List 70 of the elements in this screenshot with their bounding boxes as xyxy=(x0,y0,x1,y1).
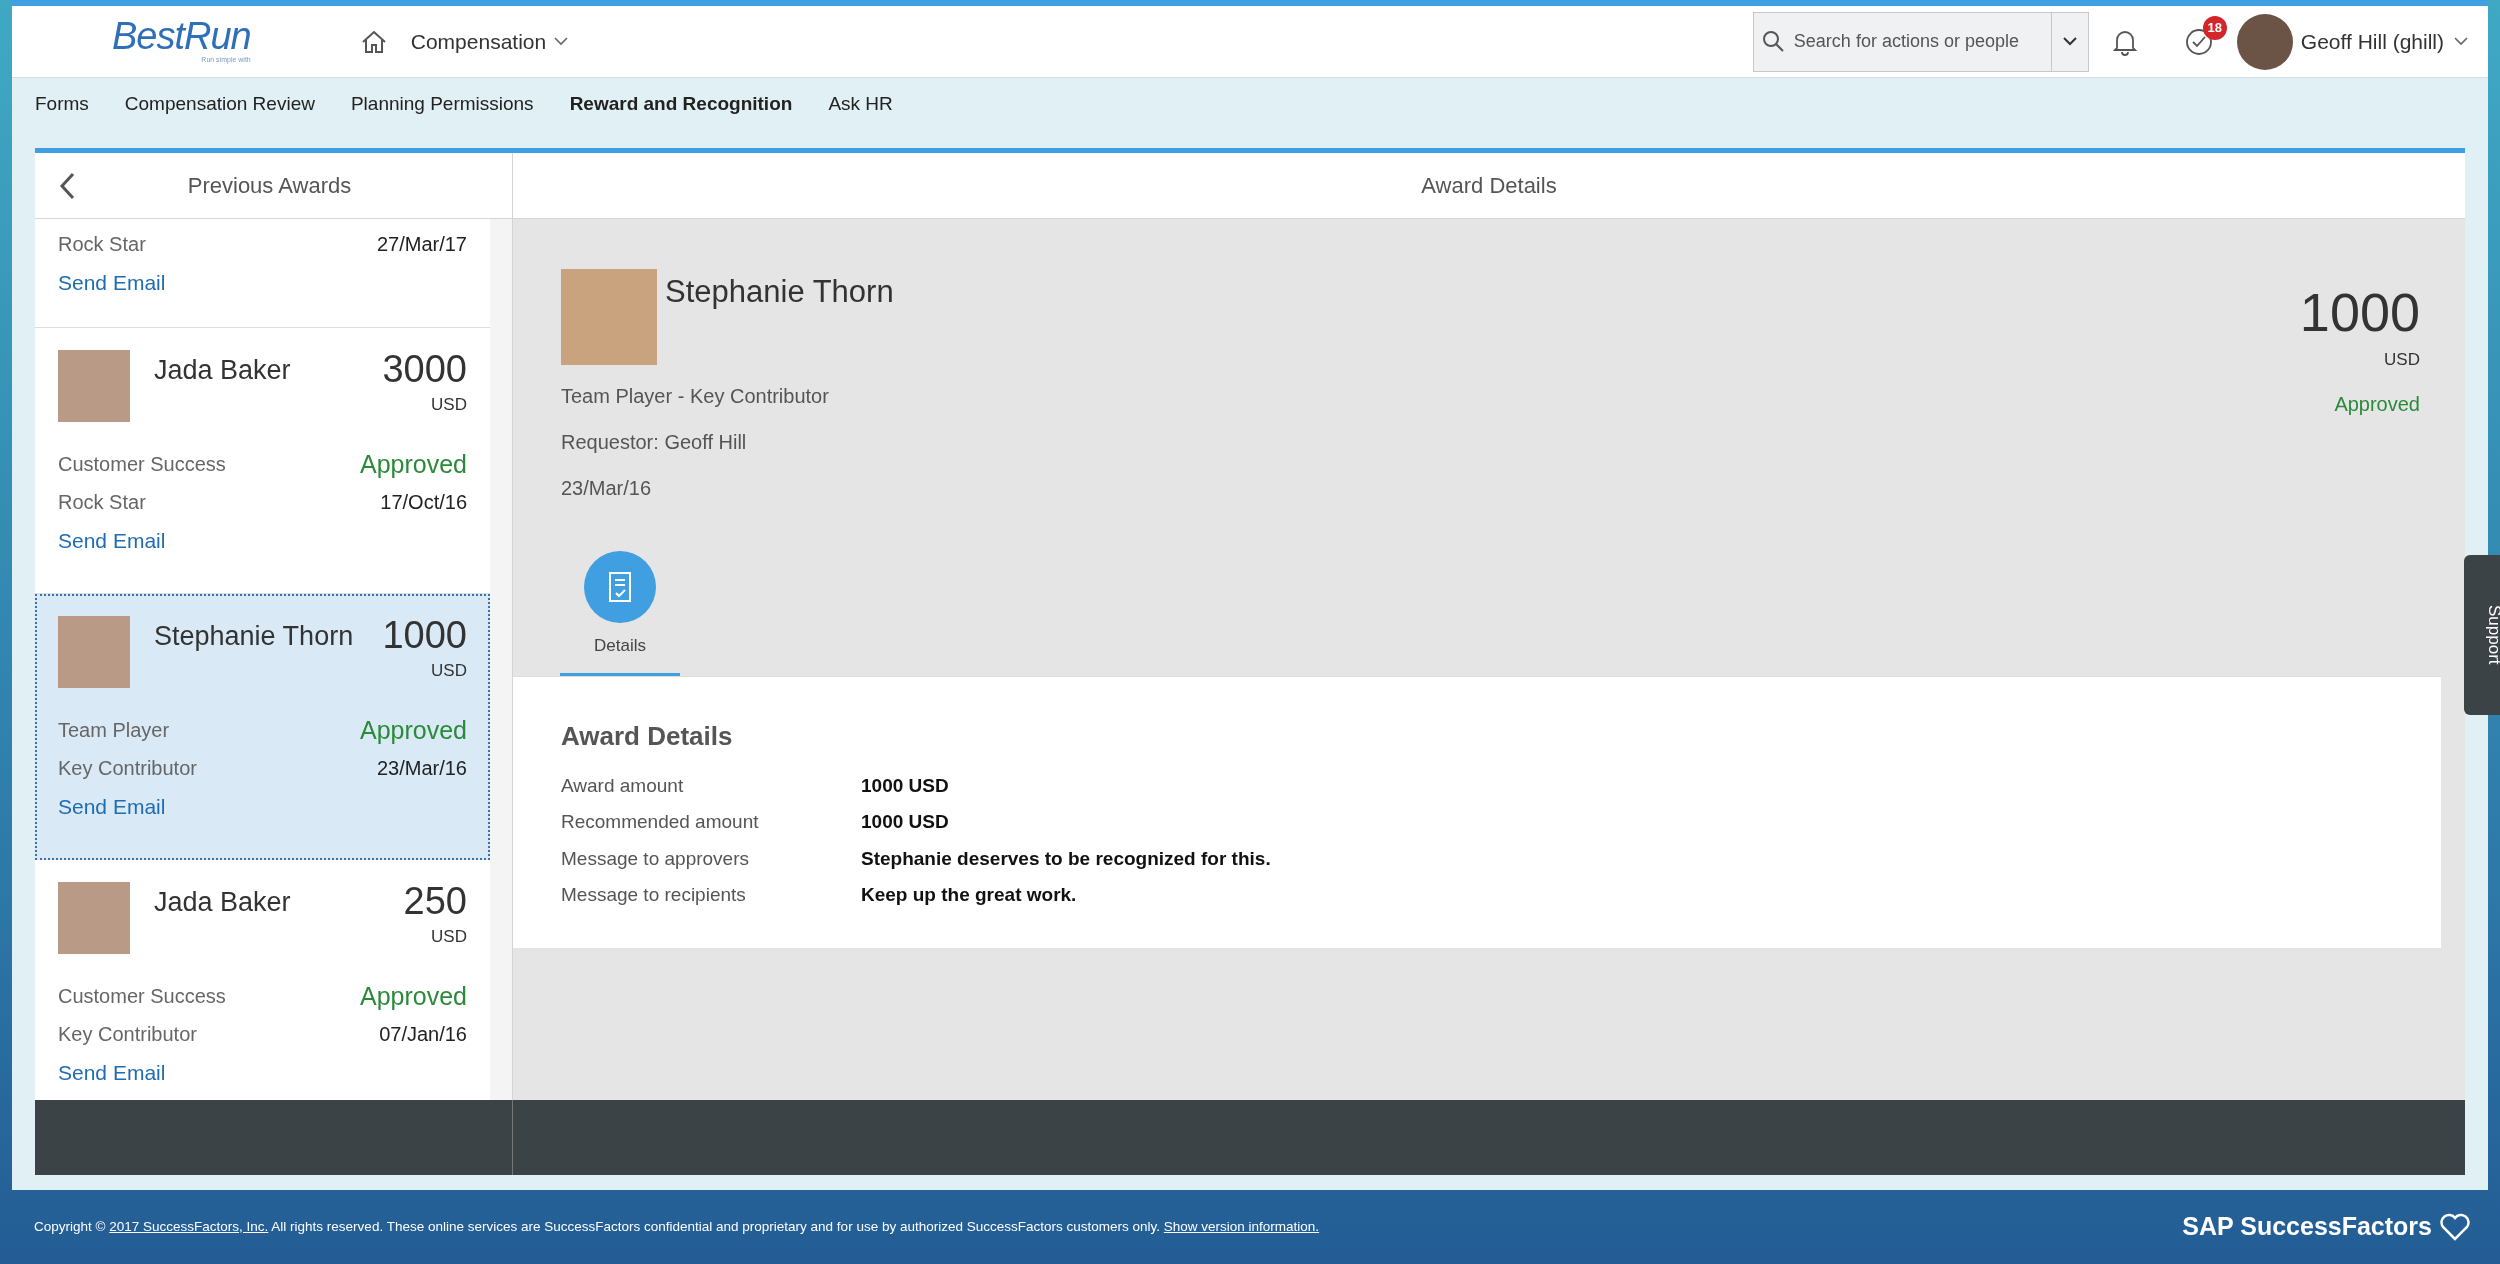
currency: USD xyxy=(431,659,467,682)
heart-icon xyxy=(2440,1213,2470,1241)
currency: USD xyxy=(2384,349,2420,371)
brand-name: SAP SuccessFactors xyxy=(2182,1211,2432,1243)
award-status: Approved xyxy=(359,980,467,1012)
award-card[interactable]: Stephanie Thorn 1000 USD Team Player Approved Key Contributor 23/Mar/16 Send Email xyxy=(35,593,490,860)
detail-line: Team Player - Key Contributor xyxy=(561,384,830,409)
support-tab[interactable]: Support xyxy=(2464,555,2500,715)
module-menu[interactable]: Compensation xyxy=(410,25,569,58)
nav-tab[interactable]: Ask HR xyxy=(815,89,906,119)
field-value: Keep up the great work. xyxy=(861,883,1077,907)
nav-tab[interactable]: Forms xyxy=(22,89,102,119)
send-email-link[interactable]: Send Email xyxy=(58,791,166,823)
employee-name: Stephanie Thorn xyxy=(665,273,894,311)
panel-title: Previous Awards xyxy=(186,172,353,200)
caret-icon xyxy=(2454,37,2468,46)
send-email-link[interactable]: Send Email xyxy=(58,267,166,299)
award-category: Team Player xyxy=(58,718,170,744)
panel-title: Award Details xyxy=(1421,172,1557,200)
copyright-text: Copyright © 2017 SuccessFactors, Inc. All rights reserved. These online services are SuccessFactors confidential and proprietary and for use by authorized SuccessFactors customers only. Show version information. xyxy=(34,1217,1320,1236)
award-status: Approved xyxy=(2334,391,2420,417)
award-amount: 1000 xyxy=(382,615,467,654)
award-status: Approved xyxy=(359,714,467,746)
award-category: Customer Success xyxy=(58,452,226,478)
award-date: 17/Oct/16 xyxy=(380,490,467,515)
send-email-link[interactable]: Send Email xyxy=(58,525,166,557)
field-value: Stephanie deserves to be recognized for this. xyxy=(861,846,1271,871)
award-amount: 250 xyxy=(403,881,467,920)
caret-icon xyxy=(554,37,569,46)
employee-name: Jada Baker xyxy=(154,353,292,387)
logo: BestRun xyxy=(112,17,251,56)
field-value: 1000 USD xyxy=(861,810,949,834)
field-label: Recommended amount xyxy=(561,810,760,834)
currency: USD xyxy=(431,393,467,416)
caret-icon xyxy=(2062,37,2077,46)
todo-count: 18 xyxy=(2202,15,2227,40)
nav-tab[interactable]: Reward and Recognition xyxy=(556,89,806,119)
employee-name: Jada Baker xyxy=(154,885,292,919)
nav-tab[interactable]: Planning Permissions xyxy=(337,89,547,119)
section-title: Award Details xyxy=(561,719,734,753)
award-status: Approved xyxy=(359,448,467,480)
search-field[interactable]: Search for actions or people xyxy=(1752,11,2051,72)
version-link[interactable]: Show version information. xyxy=(1163,1218,1320,1234)
field-value: 1000 USD xyxy=(861,773,949,798)
currency: USD xyxy=(431,925,467,948)
award-amount: 3000 xyxy=(382,349,467,388)
award-date: 23/Mar/16 xyxy=(376,756,467,781)
award-amount: 1000 xyxy=(2299,285,2420,339)
field-label: Message to recipients xyxy=(561,883,747,907)
send-email-link[interactable]: Send Email xyxy=(58,1057,166,1089)
back-icon[interactable] xyxy=(59,171,75,200)
nav-tab[interactable]: Compensation Review xyxy=(111,89,328,119)
award-date: 27/Mar/17 xyxy=(376,232,467,257)
document-check-icon xyxy=(608,571,632,603)
user-menu[interactable]: Geoff Hill (ghill) xyxy=(2300,25,2468,58)
award-type: Key Contributor xyxy=(58,756,197,781)
award-type: Rock Star xyxy=(58,232,146,257)
company-link[interactable]: 2017 SuccessFactors, Inc. xyxy=(109,1218,269,1234)
award-type: Key Contributor xyxy=(58,1022,197,1047)
field-label: Message to approvers xyxy=(561,846,750,871)
detail-line: Requestor: Geoff Hill xyxy=(561,430,748,455)
employee-name: Stephanie Thorn xyxy=(154,619,355,653)
home-icon[interactable] xyxy=(360,29,387,54)
award-type: Rock Star xyxy=(58,490,146,515)
details-tab[interactable]: Details xyxy=(560,551,680,676)
award-category: Customer Success xyxy=(58,984,226,1010)
award-date: 07/Jan/16 xyxy=(379,1022,467,1047)
detail-line: 23/Mar/16 xyxy=(561,476,653,501)
field-label: Award amount xyxy=(561,773,685,798)
award-card[interactable]: Jada Baker 3000 USD Customer Success Approved Rock Star 17/Oct/16 Send Email xyxy=(35,327,490,594)
